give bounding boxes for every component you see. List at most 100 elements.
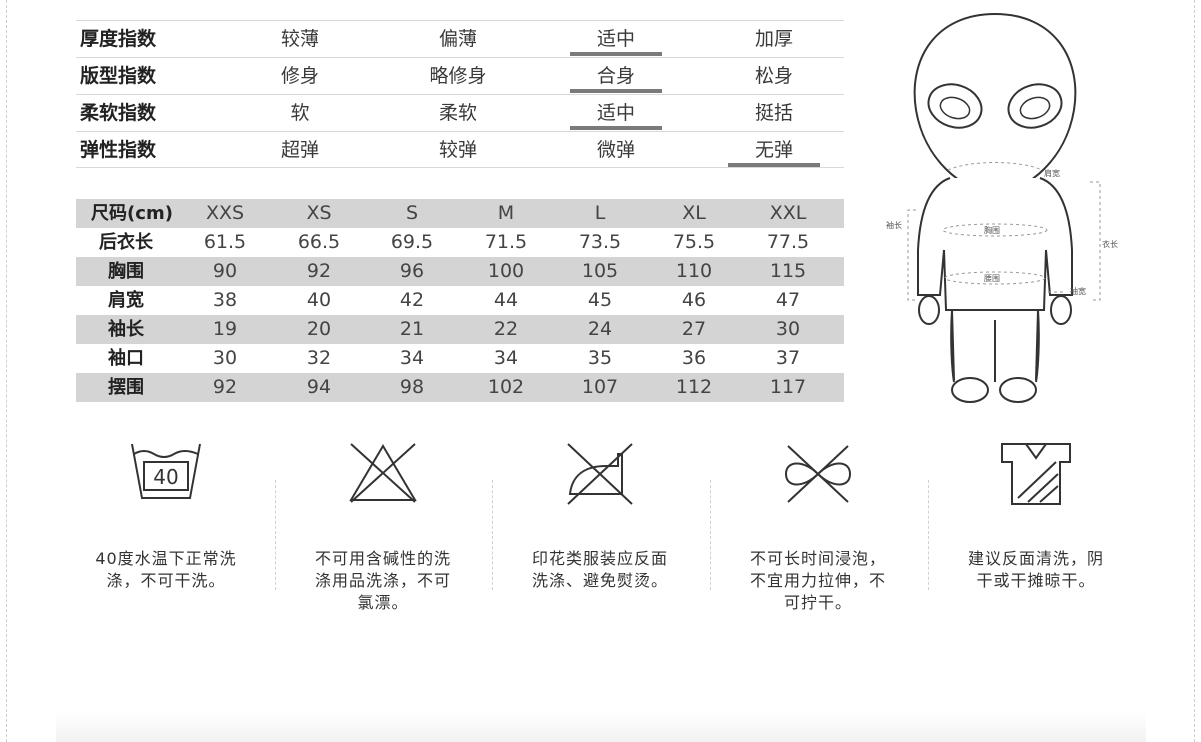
alien-figure-illustration: 肩宽 袖长 衣长 胸围 腰围 袖宽 [886,12,1118,403]
size-cell: 40 [306,289,332,311]
care-divider [928,480,929,590]
attr-label: 厚度指数 [80,28,157,50]
care-line: 涤，不可干洗。 [106,571,226,590]
attr-option: 较弹 [438,139,477,161]
attr-option: 柔软 [438,102,477,124]
size-cell: 27 [681,318,707,340]
size-header-cell: XXL [769,202,807,224]
size-cell: 90 [212,260,238,282]
size-cell: 110 [675,260,713,282]
attr-option: 松身 [754,65,793,87]
attr-option-selected: 合身 [556,58,676,94]
no-bleach-icon [349,443,417,503]
size-header-cell: S [405,202,419,224]
wash-temp: 40 [153,465,178,489]
size-cell: 44 [493,289,519,311]
size-row-shoulder: 肩宽 38 40 42 44 45 46 47 [76,286,844,315]
care-line: 不可长时间浸泡， [749,549,886,568]
size-cell: 24 [587,318,613,340]
attr-option: 较薄 [280,28,319,50]
size-row-label: 袖长 [108,319,144,340]
care-line: 干或干摊晾干。 [976,571,1096,590]
size-cell: 42 [399,289,425,311]
care-item-wash: 40 40度水温下正常洗 涤，不可干洗。 [66,440,266,592]
size-table: 尺码(cm) XXS XS S M L XL XXL 后衣长 61.5 66.5… [76,199,844,402]
care-text: 不可用含碱性的洗 涤用品洗涤，不可 氯漂。 [283,548,483,614]
care-line: 涤用品洗涤，不可 [314,571,451,590]
size-cell: 66.5 [297,231,341,253]
size-cell: 75.5 [672,231,716,253]
size-cell: 30 [212,347,238,369]
size-cell: 38 [212,289,238,311]
size-header-row: 尺码(cm) XXS XS S M L XL XXL [76,199,844,228]
size-cell: 107 [581,376,619,398]
attr-option-selected: 无弹 [714,132,834,168]
size-row-chest: 胸围 90 92 96 100 105 110 115 [76,257,844,286]
size-row-label: 袖口 [108,348,144,369]
size-cell: 46 [681,289,707,311]
care-line: 印花类服装应反面 [531,549,668,568]
care-item-bleach: 不可用含碱性的洗 涤用品洗涤，不可 氯漂。 [283,440,483,614]
attr-label: 弹性指数 [80,139,157,161]
attr-option-selected: 适中 [556,21,676,57]
size-cell: 19 [212,318,238,340]
size-header-cell: XL [682,202,706,224]
size-cell: 34 [493,347,519,369]
attr-option: 偏薄 [438,28,477,50]
size-row-length: 后衣长 61.5 66.5 69.5 71.5 73.5 75.5 77.5 [76,228,844,257]
size-header-cell: XXS [205,202,245,224]
size-cell: 77.5 [766,231,810,253]
care-line: 可拧干。 [783,593,852,612]
attr-label: 柔软指数 [80,102,157,124]
size-header-cell: L [594,202,606,224]
size-cell: 30 [775,318,801,340]
size-row-cuff: 袖口 30 32 34 34 35 36 37 [76,344,844,373]
care-item-reverse: 建议反面清洗，阴 干或干摊晾干。 [936,440,1136,592]
label-chest: 胸围 [984,225,1000,235]
size-cell: 22 [493,318,519,340]
no-iron-icon [567,443,633,505]
size-cell: 117 [769,376,807,398]
size-row-label: 后衣长 [99,232,153,253]
bottom-shadow [56,712,1146,742]
reverse-wash-icon [1001,443,1071,505]
size-cell: 20 [306,318,332,340]
care-text: 建议反面清洗，阴 干或干摊晾干。 [936,548,1136,592]
care-line: 建议反面清洗，阴 [967,549,1104,568]
size-cell: 34 [399,347,425,369]
size-cell: 98 [399,376,425,398]
size-header-cell: XS [306,202,332,224]
attr-option-selected: 适中 [556,95,676,131]
size-cell: 102 [487,376,525,398]
no-wring-icon [784,445,852,503]
label-sleeve: 袖长 [886,220,902,230]
attr-option: 修身 [280,65,319,87]
size-row-label: 摆围 [108,377,144,398]
attr-row-softness: 柔软指数 软 柔软 适中 挺括 [76,94,844,131]
care-text: 不可长时间浸泡， 不宜用力拉伸，不 可拧干。 [718,548,918,614]
attr-option: 加厚 [754,28,793,50]
size-cell: 45 [587,289,613,311]
size-cell: 37 [775,347,801,369]
care-line: 不宜用力拉伸，不 [749,571,886,590]
care-text: 40度水温下正常洗 涤，不可干洗。 [66,548,266,592]
label-shoulder: 肩宽 [1044,168,1060,178]
label-waist: 腰围 [984,274,1000,283]
size-row-label: 胸围 [108,261,144,282]
wash-40-icon: 40 [131,443,201,499]
attr-option: 略修身 [429,65,487,87]
size-cell: 96 [399,260,425,282]
attr-row-thickness: 厚度指数 较薄 偏薄 适中 加厚 [76,20,844,57]
size-cell: 92 [212,376,238,398]
attr-option: 超弹 [280,139,319,161]
size-row-label: 肩宽 [108,290,144,311]
care-item-iron: 印花类服装应反面 洗涤、避免熨烫。 [500,440,700,592]
size-cell: 61.5 [203,231,247,253]
attribute-table: 厚度指数 较薄 偏薄 适中 加厚 版型指数 修身 略修身 合身 松身 柔软指数 … [76,20,844,168]
size-cell: 32 [306,347,332,369]
care-line: 氯漂。 [357,593,409,612]
size-cell: 73.5 [578,231,622,253]
size-row-sleeve: 袖长 19 20 21 22 24 27 30 [76,315,844,344]
care-line: 不可用含碱性的洗 [314,549,451,568]
care-line: 40度水温下正常洗 [95,549,237,568]
